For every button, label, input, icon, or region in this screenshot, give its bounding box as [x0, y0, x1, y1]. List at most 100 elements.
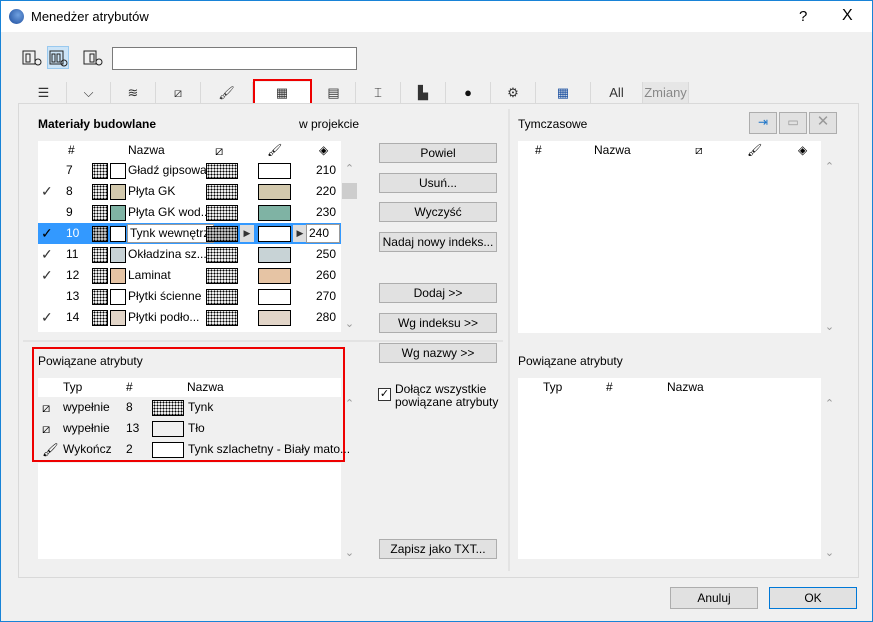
col-num[interactable]: #	[606, 378, 613, 397]
search-input[interactable]	[112, 47, 357, 70]
material-row[interactable]: ✓ 14 Płytki podło... 280	[38, 307, 341, 328]
col-surface-icon[interactable]: 🖌	[267, 141, 282, 160]
material-row[interactable]: ✓ 11 Okładzina sz... 250	[38, 244, 341, 265]
tab-composite-icon[interactable]: ▤	[312, 82, 356, 103]
tab-pen-icon[interactable]: ⌵	[67, 82, 111, 103]
import-icon[interactable]: ⇥	[749, 112, 777, 134]
tab-zmiany[interactable]: Zmiany	[643, 82, 689, 103]
window-title: Menedżer atrybutów	[31, 9, 149, 24]
col-priority-icon[interactable]: ◈	[798, 141, 807, 160]
add-button[interactable]: Dodaj >>	[379, 283, 497, 303]
material-name: Okładzina sz...	[128, 247, 207, 261]
col-num[interactable]: #	[535, 141, 542, 160]
tab-surface-brush-icon[interactable]: 🖌	[201, 82, 253, 103]
col-name[interactable]: Nazwa	[667, 378, 704, 397]
by-index-button[interactable]: Wg indeksu >>	[379, 313, 497, 333]
save-txt-button[interactable]: Zapisz jako TXT...	[379, 539, 497, 559]
selected-tab-highlight	[253, 79, 312, 106]
col-surface-icon[interactable]: 🖌	[747, 141, 762, 160]
tab-mep-icon[interactable]: ⚙	[491, 82, 536, 103]
material-row[interactable]: ✓ 10 Tynk wewnętrz ▶ ▶ 240	[38, 223, 341, 244]
surface-swatch	[258, 247, 291, 263]
surface-brush-icon: 🖌	[42, 442, 59, 457]
related-swatch	[152, 421, 184, 437]
include-related-checkbox[interactable]: ✓	[378, 388, 391, 401]
surface-picker-arrow[interactable]: ▶	[293, 225, 307, 242]
ok-button[interactable]: OK	[769, 587, 857, 609]
col-priority-icon[interactable]: ◈	[319, 141, 328, 160]
col-type[interactable]: Typ	[63, 378, 82, 397]
material-row[interactable]: 7 Gładź gipsowa 210	[38, 160, 341, 181]
related-attributes-list[interactable]: ⧄ wypełnie 8 Tynk ⧄ wypełnie 13 Tło 🖌 Wykończ 2 Tyn…	[38, 397, 350, 460]
fill-icon: ⧄	[173, 85, 183, 100]
tab-all[interactable]: All	[591, 82, 643, 103]
by-name-button[interactable]: Wg nazwy >>	[379, 343, 497, 363]
surface-swatch	[258, 163, 291, 179]
col-type[interactable]: Typ	[543, 378, 562, 397]
check-icon[interactable]: ✓	[41, 244, 53, 265]
tab-globe-icon[interactable]: ●	[446, 82, 491, 103]
temporary-list[interactable]	[518, 160, 821, 333]
layers-icon: ☰	[37, 85, 50, 100]
right-related-scrollbar[interactable]: ⌃ ⌄	[821, 397, 838, 559]
delete-button[interactable]: Usuń...	[379, 173, 497, 193]
check-icon[interactable]: ✓	[41, 223, 53, 244]
related-row[interactable]: ⧄ wypełnie 13 Tło	[38, 418, 341, 439]
left-list-scrollbar[interactable]: ⌃ ⌄	[341, 160, 358, 332]
col-name[interactable]: Nazwa	[594, 141, 631, 160]
zone-icon: ▙	[418, 85, 428, 100]
related-row[interactable]: ⧄ wypełnie 8 Tynk	[38, 397, 341, 418]
check-icon[interactable]: ✓	[41, 181, 53, 202]
export-icon[interactable]: ▭	[779, 112, 807, 134]
reindex-button[interactable]: Nadaj nowy indeks...	[379, 232, 497, 252]
col-fill-icon[interactable]: ⧄	[215, 141, 223, 160]
material-row[interactable]: 9 Płyta GK wod... 230	[38, 202, 341, 223]
col-fill-icon[interactable]: ⧄	[695, 141, 703, 160]
remove-icon[interactable]: ✕	[809, 112, 837, 134]
related-type: Wykończ	[63, 442, 112, 456]
material-row[interactable]: ✓ 8 Płyta GK 220	[38, 181, 341, 202]
view-right-icon[interactable]	[82, 46, 104, 69]
right-related-list[interactable]	[518, 397, 821, 559]
tab-profile-icon[interactable]: ⌶	[356, 82, 401, 103]
duplicate-button[interactable]: Powiel	[379, 143, 497, 163]
col-num[interactable]: #	[68, 141, 75, 160]
material-row[interactable]: 13 Płytki ścienne 270	[38, 286, 341, 307]
material-index: 10	[66, 226, 80, 240]
col-num[interactable]: #	[126, 378, 133, 397]
material-row[interactable]: ✓ 12 Laminat 260	[38, 265, 341, 286]
surface-brush-icon: 🖌	[218, 85, 235, 100]
col-name[interactable]: Nazwa	[187, 378, 224, 397]
priority-input[interactable]: 240	[306, 224, 340, 243]
check-icon[interactable]: ✓	[41, 265, 53, 286]
clear-button[interactable]: Wyczyść	[379, 202, 497, 222]
priority: 210	[316, 163, 337, 177]
fill-pattern-swatch	[206, 226, 238, 242]
fill-picker-arrow[interactable]: ▶	[240, 225, 254, 242]
right-list-scrollbar[interactable]: ⌃ ⌄	[821, 160, 838, 333]
related-row[interactable]: 🖌 Wykończ 2 Tynk szlachetny - Biały mato...	[38, 439, 350, 460]
building-materials-list[interactable]: 7 Gładź gipsowa 210 ✓ 8 Płyta GK 220 9 Płyta GK …	[38, 160, 341, 332]
close-button[interactable]: X	[842, 7, 853, 25]
tab-layers-icon[interactable]: ☰	[21, 82, 67, 103]
related-list-scrollbar[interactable]: ⌃ ⌄	[341, 397, 358, 559]
fill-pattern-swatch	[206, 163, 238, 179]
title-bar: Menedżer atrybutów ? X	[1, 1, 872, 32]
help-button[interactable]: ?	[799, 8, 807, 25]
cancel-button[interactable]: Anuluj	[670, 587, 758, 609]
tab-table-icon[interactable]: ▦	[536, 82, 591, 103]
check-icon[interactable]: ✓	[41, 307, 53, 328]
view-both-icon[interactable]	[47, 46, 69, 69]
fill-swatch	[92, 268, 108, 284]
panel-divider	[23, 340, 503, 342]
name-input[interactable]: Tynk wewnętrz	[127, 224, 214, 243]
view-left-icon[interactable]	[21, 46, 43, 69]
fill-swatch	[92, 184, 108, 200]
tab-zone-icon[interactable]: ▙	[401, 82, 446, 103]
right-related-header: Typ # Nazwa	[518, 378, 821, 397]
related-swatch	[152, 400, 184, 416]
col-name[interactable]: Nazwa	[128, 141, 165, 160]
related-name: Tynk	[188, 400, 214, 414]
tab-line-type-icon[interactable]: ≋	[111, 82, 156, 103]
tab-fill-icon[interactable]: ⧄	[156, 82, 201, 103]
